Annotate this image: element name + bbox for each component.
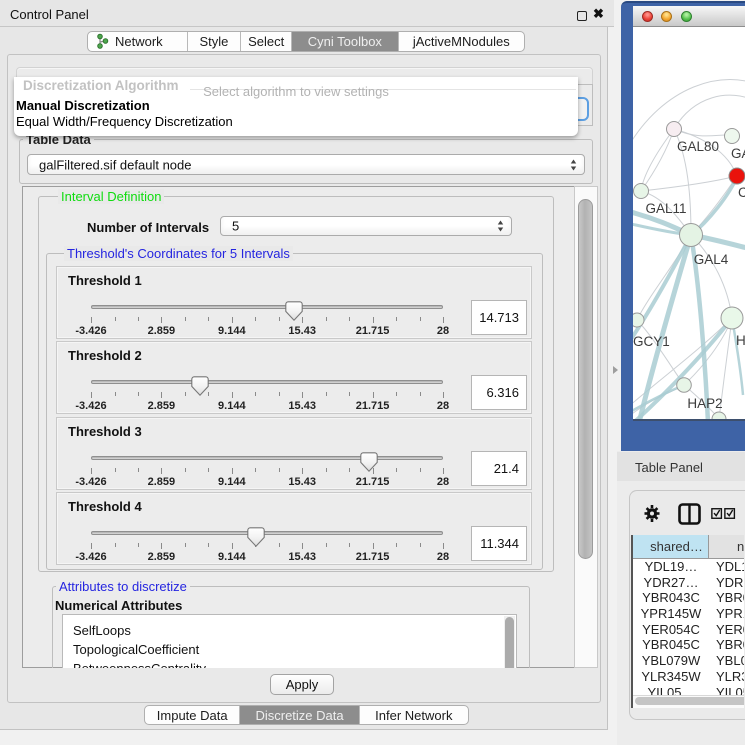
- svg-text:GCY1: GCY1: [633, 334, 670, 349]
- svg-text:C: C: [738, 185, 745, 200]
- svg-text:H: H: [736, 333, 745, 348]
- svg-text:GAL11: GAL11: [645, 201, 686, 216]
- svg-text:GAL4: GAL4: [694, 252, 729, 267]
- svg-text:GA: GA: [731, 146, 745, 161]
- svg-text:GAL80: GAL80: [677, 139, 719, 154]
- svg-text:HAP2: HAP2: [687, 396, 722, 411]
